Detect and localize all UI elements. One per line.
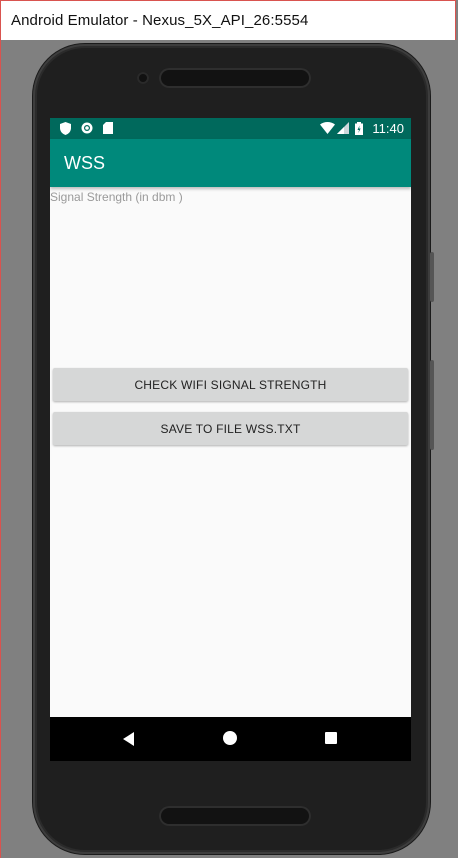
circle-icon	[81, 122, 93, 136]
app-title: WSS	[64, 153, 106, 173]
signal-strength-label: Signal Strength (in dbm )	[50, 190, 183, 204]
main-content: Signal Strength (in dbm ) CHECK WIFI SIG…	[50, 187, 411, 717]
home-icon[interactable]	[223, 731, 237, 745]
wifi-icon	[320, 122, 335, 136]
cell-signal-icon	[337, 122, 349, 136]
app-bar: WSS	[50, 139, 411, 187]
shield-icon	[60, 122, 71, 137]
emulator-title-bar[interactable]: Android Emulator - Nexus_5X_API_26:5554	[0, 0, 456, 40]
save-to-file-button[interactable]: SAVE TO FILE WSS.TXT	[53, 412, 408, 445]
recents-icon[interactable]	[325, 732, 337, 744]
back-icon[interactable]	[123, 732, 134, 746]
battery-icon	[355, 122, 363, 137]
top-speaker	[159, 68, 311, 88]
status-time: 11:40	[372, 121, 404, 136]
navigation-bar	[50, 717, 411, 761]
power-button[interactable]	[430, 252, 434, 302]
check-wifi-signal-button[interactable]: CHECK WIFI SIGNAL STRENGTH	[53, 368, 408, 401]
front-camera	[137, 72, 149, 84]
sd-card-icon	[103, 122, 113, 136]
device-screen: 11:40 WSS Signal Strength (in dbm ) CHEC…	[50, 118, 411, 761]
bottom-speaker	[159, 806, 311, 826]
window-border	[0, 40, 1, 858]
volume-button[interactable]	[430, 360, 434, 450]
status-bar: 11:40	[50, 118, 411, 139]
window-title: Android Emulator - Nexus_5X_API_26:5554	[11, 12, 309, 29]
